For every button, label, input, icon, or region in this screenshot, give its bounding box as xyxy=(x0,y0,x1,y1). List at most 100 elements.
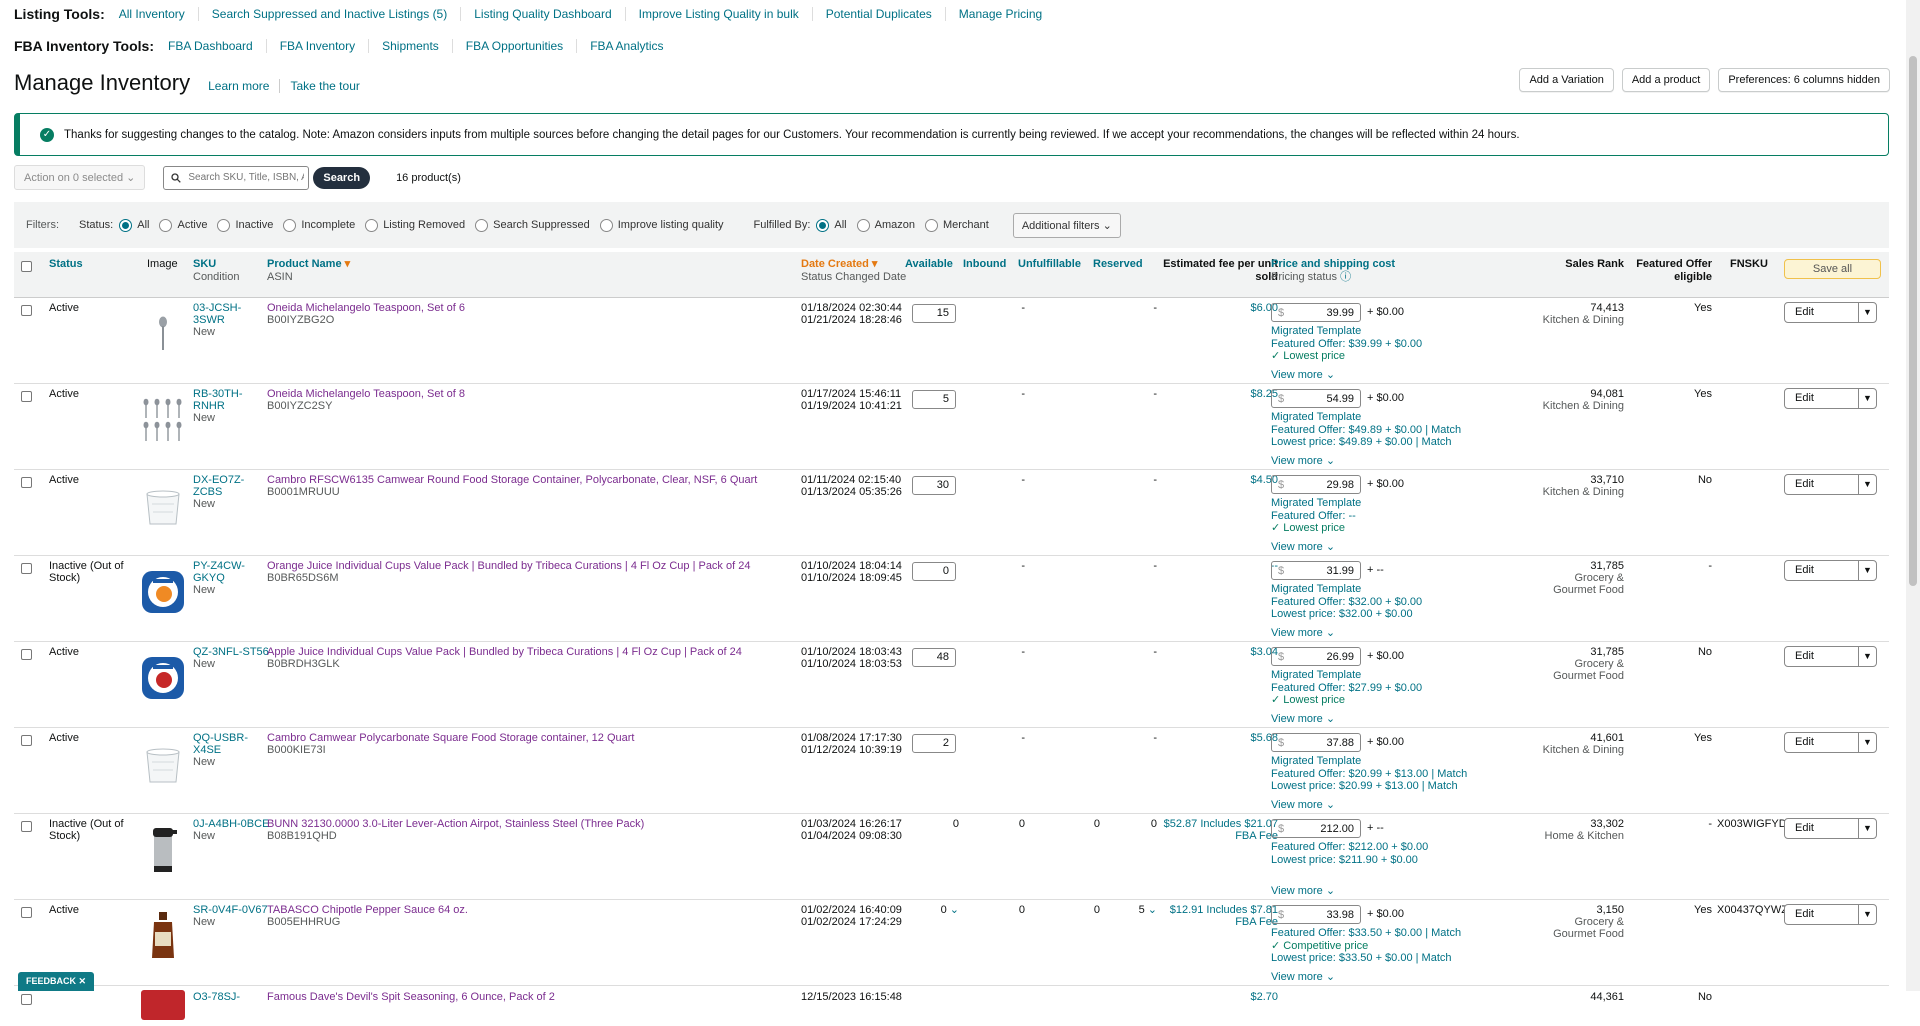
feedback-tab[interactable]: FEEDBACK ✕ xyxy=(18,972,95,991)
sku-link[interactable]: PY-Z4CW- GKYQ xyxy=(193,560,245,584)
product-name-link[interactable]: Oneida Michelangelo Teaspoon, Set of 6 xyxy=(267,302,465,314)
product-thumbnail[interactable] xyxy=(139,310,187,358)
price-input[interactable]: $26.99 xyxy=(1271,647,1361,666)
learn-more-link[interactable]: Learn more xyxy=(198,79,279,93)
featured-offer-price[interactable]: Featured Offer: -- xyxy=(1271,510,1361,523)
featured-offer-price[interactable]: Featured Offer: $39.99 + $0.00 xyxy=(1271,338,1422,351)
col-sku[interactable]: SKU Condition xyxy=(193,258,239,284)
view-more-link[interactable]: View more ⌄ xyxy=(1271,971,1335,983)
link-listing-quality-dashboard[interactable]: Listing Quality Dashboard xyxy=(461,7,626,21)
edit-button[interactable]: Edit ▼ xyxy=(1784,388,1877,409)
price-input[interactable]: $39.99 xyxy=(1271,303,1361,322)
status-radio-inactive[interactable]: Inactive xyxy=(217,218,273,232)
sku-link[interactable]: DX-EO7Z- ZCBS xyxy=(193,474,244,498)
row-checkbox[interactable] xyxy=(21,994,32,1005)
row-checkbox[interactable] xyxy=(21,821,32,832)
col-inbound[interactable]: Inbound xyxy=(963,258,1006,271)
row-checkbox[interactable] xyxy=(21,477,32,488)
link-search-suppressed[interactable]: Search Suppressed and Inactive Listings … xyxy=(199,7,462,21)
sku-link[interactable]: 0J-A4BH-0BCE xyxy=(193,818,269,830)
pricing-template-link[interactable]: Migrated Template xyxy=(1271,583,1422,596)
lowest-price[interactable]: Lowest price: $20.99 + $13.00 | Match xyxy=(1271,780,1467,793)
status-radio-search-suppressed[interactable]: Search Suppressed xyxy=(475,218,590,232)
product-thumbnail[interactable] xyxy=(139,568,187,616)
add-variation-button[interactable]: Add a Variation xyxy=(1519,68,1614,92)
sku-link[interactable]: QZ-3NFL-ST56 xyxy=(193,646,269,658)
product-name-link[interactable]: Oneida Michelangelo Teaspoon, Set of 8 xyxy=(267,388,465,400)
col-status[interactable]: Status xyxy=(49,258,83,271)
pricing-template-link[interactable]: Migrated Template xyxy=(1271,325,1422,338)
take-tour-link[interactable]: Take the tour xyxy=(279,79,369,93)
col-unfulfillable[interactable]: Unfulfillable xyxy=(1018,258,1081,271)
view-more-link[interactable]: View more ⌄ xyxy=(1271,369,1335,381)
info-icon[interactable]: ⓘ xyxy=(1340,271,1351,283)
featured-offer-price[interactable]: Featured Offer: $32.00 + $0.00 xyxy=(1271,596,1422,609)
view-more-link[interactable]: View more ⌄ xyxy=(1271,627,1335,639)
status-radio-active[interactable]: Active xyxy=(159,218,207,232)
col-reserved[interactable]: Reserved xyxy=(1093,258,1143,271)
status-radio-all[interactable]: All xyxy=(119,218,149,232)
product-thumbnail[interactable] xyxy=(139,654,187,702)
preferences-button[interactable]: Preferences: 6 columns hidden xyxy=(1718,68,1890,92)
product-name-link[interactable]: Famous Dave's Devil's Spit Seasoning, 6 … xyxy=(267,991,555,1003)
pricing-template-link[interactable]: Migrated Template xyxy=(1271,669,1422,682)
sku-link[interactable]: RB-30TH- RNHR xyxy=(193,388,243,412)
row-checkbox[interactable] xyxy=(21,563,32,574)
featured-offer-price[interactable]: Featured Offer: $49.89 + $0.00 | Match xyxy=(1271,424,1461,437)
search-input[interactable] xyxy=(186,171,307,184)
link-potential-duplicates[interactable]: Potential Duplicates xyxy=(813,7,946,21)
page-scrollbar[interactable] xyxy=(1906,0,1920,991)
edit-button[interactable]: Edit ▼ xyxy=(1784,302,1877,323)
col-product-name[interactable]: Product Name ▾ ASIN xyxy=(267,258,350,284)
row-checkbox[interactable] xyxy=(21,305,32,316)
link-manage-pricing[interactable]: Manage Pricing xyxy=(946,7,1055,21)
link-shipments[interactable]: Shipments xyxy=(369,39,453,53)
scrollbar-thumb[interactable] xyxy=(1909,56,1917,586)
product-thumbnail[interactable] xyxy=(139,396,187,444)
price-input[interactable]: $212.00 xyxy=(1271,819,1361,838)
edit-button[interactable]: Edit ▼ xyxy=(1784,904,1877,925)
save-all-button[interactable]: Save all xyxy=(1784,259,1881,279)
row-checkbox[interactable] xyxy=(21,907,32,918)
product-thumbnail[interactable] xyxy=(139,912,187,960)
edit-button[interactable]: Edit ▼ xyxy=(1784,474,1877,495)
price-input[interactable]: $37.88 xyxy=(1271,733,1361,752)
lowest-price[interactable]: Lowest price: $32.00 + $0.00 xyxy=(1271,608,1422,621)
product-name-link[interactable]: BUNN 32130.0000 3.0-Liter Lever-Action A… xyxy=(267,818,644,830)
edit-button[interactable]: Edit ▼ xyxy=(1784,646,1877,667)
available-quantity-input[interactable]: 5 xyxy=(912,390,956,409)
row-checkbox[interactable] xyxy=(21,735,32,746)
product-thumbnail[interactable] xyxy=(139,482,187,530)
row-checkbox[interactable] xyxy=(21,391,32,402)
status-radio-incomplete[interactable]: Incomplete xyxy=(283,218,355,232)
fulfilled-radio-merchant[interactable]: Merchant xyxy=(924,218,989,232)
available-quantity[interactable]: 0 ⌄ xyxy=(909,904,959,916)
product-name-link[interactable]: Apple Juice Individual Cups Value Pack |… xyxy=(267,646,742,658)
featured-offer-price[interactable]: Featured Offer: $27.99 + $0.00 xyxy=(1271,682,1422,695)
price-input[interactable]: $54.99 xyxy=(1271,389,1361,408)
featured-offer-price[interactable]: Featured Offer: $20.99 + $13.00 | Match xyxy=(1271,768,1467,781)
sku-link[interactable]: SR-0V4F-0V67 xyxy=(193,904,268,916)
price-input[interactable]: $31.99 xyxy=(1271,561,1361,580)
link-fba-opportunities[interactable]: FBA Opportunities xyxy=(453,39,578,53)
sku-link[interactable]: O3-78SJ- xyxy=(193,991,240,1003)
link-fba-dashboard[interactable]: FBA Dashboard xyxy=(168,39,267,53)
pricing-template-link[interactable]: Migrated Template xyxy=(1271,497,1361,510)
pricing-template-link[interactable]: Migrated Template xyxy=(1271,755,1467,768)
col-date-created[interactable]: Date Created ▾ Status Changed Date xyxy=(801,258,906,284)
featured-offer-price[interactable]: Featured Offer: $212.00 + $0.00 xyxy=(1271,841,1428,854)
available-quantity-input[interactable]: 30 xyxy=(912,476,956,495)
add-product-button[interactable]: Add a product xyxy=(1621,68,1711,92)
price-input[interactable]: $29.98 xyxy=(1271,475,1361,494)
additional-filters-button[interactable]: Additional filters ⌄ xyxy=(1012,212,1121,238)
product-name-link[interactable]: Cambro RFSCW6135 Camwear Round Food Stor… xyxy=(267,474,757,486)
available-quantity-input[interactable]: 15 xyxy=(912,304,956,323)
link-improve-listing-quality[interactable]: Improve Listing Quality in bulk xyxy=(626,7,813,21)
price-input[interactable]: $33.98 xyxy=(1271,905,1361,924)
sku-link[interactable]: 03-JCSH- 3SWR xyxy=(193,302,241,326)
status-radio-listing-removed[interactable]: Listing Removed xyxy=(365,218,465,232)
link-fba-analytics[interactable]: FBA Analytics xyxy=(577,39,676,53)
select-all-checkbox[interactable] xyxy=(21,261,32,272)
available-quantity[interactable]: 0 xyxy=(909,818,959,830)
lowest-price[interactable]: Lowest price: $49.89 + $0.00 | Match xyxy=(1271,436,1461,449)
